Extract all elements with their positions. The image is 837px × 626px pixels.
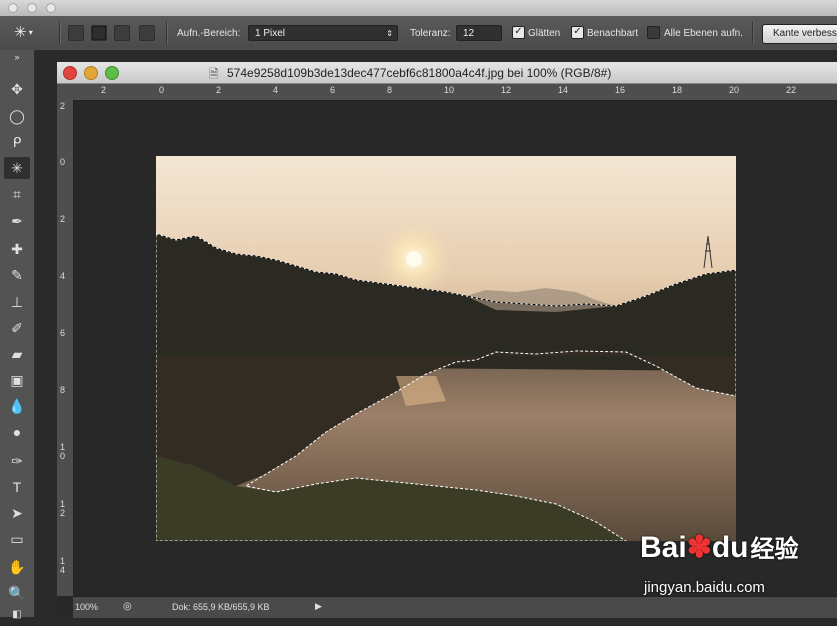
- contiguous-checkbox[interactable]: ✓: [571, 26, 584, 39]
- file-icon: 🗎: [209, 67, 219, 81]
- ruler-v-label: 6: [60, 328, 66, 338]
- lasso-tool-icon[interactable]: ᑭ: [4, 131, 30, 153]
- subtract-from-selection-button[interactable]: [114, 25, 130, 41]
- sample-all-layers-checkbox[interactable]: [647, 26, 660, 39]
- sample-size-label: Aufn.-Bereich:: [177, 28, 241, 39]
- zoom-level[interactable]: 100%: [75, 602, 98, 612]
- intersect-selection-button[interactable]: [139, 25, 155, 41]
- toolbox: » ✥ ◯ ᑭ ✳ ⌗ ✒ ✚ ✎ ⊥ ✐ ▰ ▣ 💧 ● ✑ T ➤ ▭ ✋ …: [0, 50, 35, 620]
- document-title: 574e9258d109b3de13dec477cebf6c81800a4c4f…: [227, 66, 612, 80]
- magic-wand-tool-icon[interactable]: ✳: [4, 157, 30, 179]
- ruler-h-label: 8: [387, 85, 393, 95]
- ruler-h-label: 16: [615, 85, 626, 95]
- ruler-v-label: 1 0: [60, 442, 66, 461]
- horizontal-ruler[interactable]: 2 0 2 4 6 8 10 12 14 16 18 20 22: [73, 84, 837, 101]
- hand-tool-icon[interactable]: ✋: [4, 556, 30, 578]
- clone-stamp-tool-icon[interactable]: ⊥: [4, 291, 30, 313]
- photo-image[interactable]: [156, 156, 736, 541]
- watermark-brand: Bai: [640, 531, 687, 564]
- paw-icon: ✽: [686, 531, 712, 564]
- shape-tool-icon[interactable]: ▭: [4, 528, 30, 550]
- watermark-url: jingyan.baidu.com: [644, 579, 765, 596]
- toolbox-collapse-icon[interactable]: »: [4, 52, 30, 62]
- crop-tool-icon[interactable]: ⌗: [4, 183, 30, 205]
- tolerance-label: Toleranz:: [410, 28, 451, 39]
- ruler-v-label: 0: [60, 157, 66, 167]
- ruler-v-label: 1 4: [60, 556, 66, 575]
- ruler-corner: [57, 84, 73, 100]
- magic-wand-preset-icon[interactable]: ✳ ▾: [14, 23, 42, 43]
- type-tool-icon[interactable]: T: [4, 476, 30, 498]
- brush-tool-icon[interactable]: ✎: [4, 264, 30, 286]
- status-info-icon[interactable]: ◎: [123, 601, 132, 612]
- eyedropper-tool-icon[interactable]: ✒: [4, 210, 30, 232]
- ruler-h-label: 14: [558, 85, 569, 95]
- sample-size-select[interactable]: 1 Pixel ⇕: [248, 25, 398, 41]
- ruler-h-label: 18: [672, 85, 683, 95]
- refine-edge-button[interactable]: Kante verbesse: [762, 24, 837, 44]
- ruler-v-label: 1 2: [60, 499, 66, 518]
- sample-all-layers-label: Alle Ebenen aufn.: [664, 28, 743, 39]
- ruler-h-label: 22: [786, 85, 797, 95]
- healing-brush-tool-icon[interactable]: ✚: [4, 238, 30, 260]
- add-to-selection-button[interactable]: [91, 25, 107, 41]
- close-window-button[interactable]: [8, 3, 18, 13]
- separator: [166, 22, 167, 44]
- options-bar: ✳ ▾ Aufn.-Bereich: 1 Pixel ⇕ Toleranz: 1…: [0, 16, 837, 51]
- ruler-v-label: 8: [60, 385, 66, 395]
- canvas-area[interactable]: [74, 101, 837, 596]
- smooth-label: Glätten: [528, 28, 561, 39]
- new-selection-button[interactable]: [68, 25, 84, 41]
- status-menu-arrow-icon[interactable]: ▶: [315, 601, 322, 612]
- updown-arrows-icon: ⇕: [386, 29, 393, 38]
- minimize-window-button[interactable]: [27, 3, 37, 13]
- ruler-v-label: 2: [60, 101, 66, 111]
- ruler-h-label: 2: [216, 85, 222, 95]
- tolerance-input[interactable]: 12: [456, 25, 502, 41]
- ruler-h-label: 10: [444, 85, 455, 95]
- close-document-button[interactable]: [63, 66, 77, 80]
- ruler-v-label: 2: [60, 214, 66, 224]
- smooth-checkbox[interactable]: ✓: [512, 26, 525, 39]
- separator: [59, 22, 60, 44]
- document-titlebar: 🗎 574e9258d109b3de13dec477cebf6c81800a4c…: [57, 62, 837, 84]
- blur-tool-icon[interactable]: 💧: [4, 395, 30, 417]
- ruler-h-label: 12: [501, 85, 512, 95]
- separator: [752, 22, 753, 44]
- ruler-h-label: 4: [273, 85, 279, 95]
- ruler-h-label: 20: [729, 85, 740, 95]
- dodge-tool-icon[interactable]: ●: [4, 421, 30, 443]
- sun-core: [406, 251, 422, 267]
- document-size-info: Dok: 655,9 KB/655,9 KB: [172, 602, 270, 612]
- zoom-document-button[interactable]: [105, 66, 119, 80]
- ruler-h-label: 6: [330, 85, 336, 95]
- ruler-h-label: 0: [159, 85, 165, 95]
- ruler-h-label: 2: [101, 85, 107, 95]
- history-brush-tool-icon[interactable]: ✐: [4, 317, 30, 339]
- ruler-v-label: 4: [60, 271, 66, 281]
- path-selection-tool-icon[interactable]: ➤: [4, 502, 30, 524]
- app-titlebar: [0, 0, 837, 16]
- gradient-tool-icon[interactable]: ▣: [4, 369, 30, 391]
- zoom-window-button[interactable]: [46, 3, 56, 13]
- eraser-tool-icon[interactable]: ▰: [4, 343, 30, 365]
- watermark-cn: 经验: [750, 536, 799, 563]
- zoom-tool-icon[interactable]: 🔍: [4, 582, 30, 604]
- pen-tool-icon[interactable]: ✑: [4, 450, 30, 472]
- vertical-ruler[interactable]: 2 0 2 4 6 8 1 0 1 2 1 4: [57, 100, 74, 596]
- minimize-document-button[interactable]: [84, 66, 98, 80]
- contiguous-label: Benachbart: [587, 28, 639, 39]
- watermark-brand-tail: du: [711, 531, 749, 564]
- color-swatches-icon[interactable]: ◧: [4, 604, 30, 626]
- move-tool-icon[interactable]: ✥: [4, 78, 30, 100]
- baidu-watermark: Bai✽du经验 jingyan.baidu.com: [640, 525, 830, 605]
- marquee-tool-icon[interactable]: ◯: [4, 105, 30, 127]
